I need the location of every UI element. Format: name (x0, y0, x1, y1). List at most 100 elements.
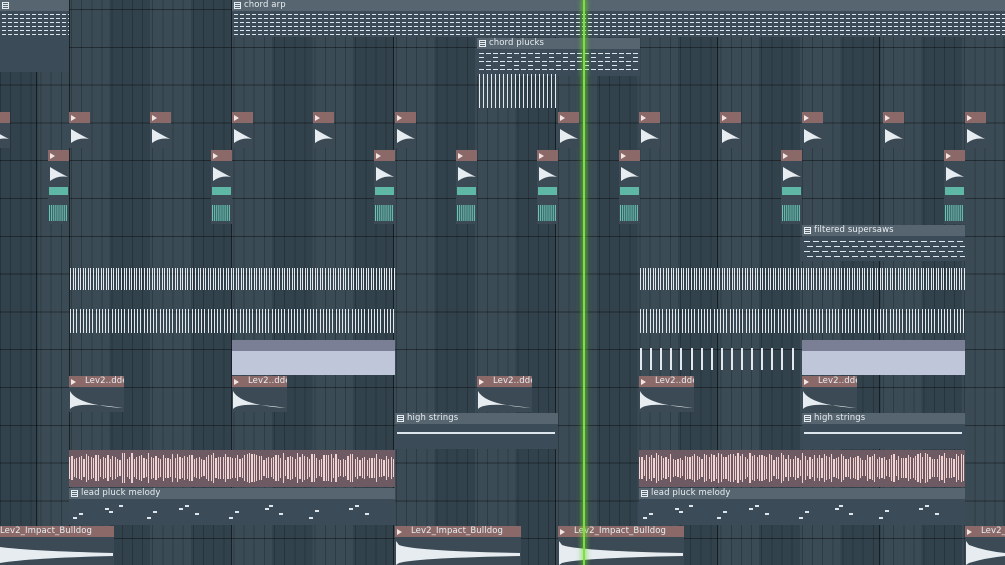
note (942, 246, 948, 247)
note (744, 30, 748, 31)
bar (189, 454, 191, 482)
bar (775, 457, 777, 479)
audio-clip-snare[interactable] (211, 150, 232, 224)
note (882, 22, 886, 23)
audio-clip-snare[interactable] (944, 150, 965, 224)
audio-clip-kick[interactable] (313, 112, 334, 148)
bar (280, 458, 282, 478)
waveform (722, 129, 740, 143)
audio-clip-kick[interactable] (965, 112, 986, 148)
audio-clip-kick[interactable] (558, 112, 579, 148)
bar (672, 459, 674, 477)
audio-clip-impact-bulldog[interactable]: Lev2_Impact_Bulldog (0, 526, 114, 565)
note (563, 53, 568, 54)
percussion-pattern-c[interactable] (639, 262, 965, 300)
note (858, 241, 864, 242)
audio-clip-impact-bulldog[interactable]: Lev2_Impact_Bulldog (558, 526, 684, 565)
audio-clip-kick[interactable] (395, 112, 416, 148)
note (678, 34, 682, 35)
audio-clip-kick[interactable] (0, 112, 10, 148)
bar (840, 453, 842, 483)
note (450, 22, 454, 23)
bar (727, 455, 729, 481)
pattern-clip-chord-plucks[interactable]: chord plucks (477, 38, 640, 112)
bar (285, 459, 287, 477)
bar (953, 309, 955, 333)
bar (762, 268, 764, 290)
audio-clip-lev2-dden[interactable]: Lev2..dden (477, 376, 532, 412)
audio-clip-kick[interactable] (232, 112, 253, 148)
audio-clip-kick[interactable] (639, 112, 660, 148)
pattern-clip-chord-arp-partial[interactable] (0, 0, 69, 72)
bass-waveform[interactable] (639, 450, 965, 487)
percussion-pattern-b[interactable] (69, 301, 395, 339)
note (493, 69, 498, 70)
audio-clip-kick[interactable] (150, 112, 171, 148)
percussion-pattern-a[interactable] (69, 262, 395, 300)
pattern-clip-filtered-supersaws[interactable]: filtered supersaws (802, 225, 965, 261)
audio-clip-snare[interactable] (537, 150, 558, 224)
audio-clip-lev2-dden[interactable]: Lev2..dden (802, 376, 857, 412)
audio-clip-kick[interactable] (883, 112, 904, 148)
note (900, 34, 904, 35)
note (366, 14, 370, 15)
audio-clip-snare[interactable] (781, 150, 802, 224)
audio-clip-kick[interactable] (69, 112, 90, 148)
note (474, 14, 478, 15)
audio-clip-snare[interactable] (619, 150, 640, 224)
note (966, 14, 970, 15)
audio-clip-lev2-dden[interactable]: Lev2..dden (232, 376, 287, 412)
pattern-clip-lead-pluck-melody[interactable]: lead pluck melody (69, 488, 395, 525)
note (744, 34, 748, 35)
note (552, 22, 556, 23)
audio-clip-lev2-dden[interactable]: Lev2..dden (639, 376, 694, 412)
sustain-clip[interactable] (802, 340, 965, 375)
bar (902, 268, 904, 290)
note (966, 26, 970, 27)
bar (262, 309, 263, 333)
clip-label: chord arp (244, 0, 286, 10)
note (414, 34, 418, 35)
note (549, 69, 554, 70)
pattern-clip-high-strings[interactable]: high strings (802, 413, 965, 449)
audio-clip-snare[interactable] (374, 150, 395, 224)
bar (148, 453, 150, 483)
note (276, 22, 280, 23)
playhead-marker[interactable] (583, 0, 585, 565)
note (624, 26, 628, 27)
note (642, 14, 646, 15)
note (942, 22, 946, 23)
audio-clip-snare[interactable] (456, 150, 477, 224)
waveform (49, 167, 68, 221)
note (852, 26, 856, 27)
bass-waveform[interactable] (69, 450, 395, 487)
audio-clip-impact-bulldog[interactable]: Lev2_Impact_Bulldog (395, 526, 521, 565)
pattern-clip-lead-pluck-melody[interactable]: lead pluck melody (639, 488, 965, 525)
audio-clip-kick[interactable] (802, 112, 823, 148)
audio-clip-snare[interactable] (48, 150, 69, 224)
percussion-pattern-d[interactable] (639, 301, 965, 339)
percussion-pattern-e[interactable] (639, 340, 801, 376)
bar (889, 268, 891, 290)
waveform (782, 167, 801, 221)
pattern-clip-high-strings[interactable]: high strings (395, 413, 558, 449)
bar (927, 454, 929, 482)
bar (207, 268, 209, 290)
bar (642, 268, 644, 290)
audio-clip-lev2-dden[interactable]: Lev2..dden (69, 376, 124, 412)
sustain-clip[interactable] (232, 340, 395, 375)
audio-clip-kick[interactable] (720, 112, 741, 148)
pattern-clip-chord-arp[interactable]: chord arp (232, 0, 1005, 37)
bar (223, 268, 224, 290)
bar (307, 268, 309, 290)
note (336, 18, 340, 19)
note (626, 53, 631, 54)
note (720, 22, 724, 23)
audio-clip-impact-bulldog-partial[interactable]: Lev2_ (965, 526, 1005, 565)
bar (192, 268, 194, 290)
bar (787, 309, 789, 333)
playlist-arrangement[interactable]: chord arp chord plucks filtered supersaw… (0, 0, 1005, 565)
note (528, 69, 533, 70)
note (720, 18, 724, 19)
bar (963, 455, 965, 481)
